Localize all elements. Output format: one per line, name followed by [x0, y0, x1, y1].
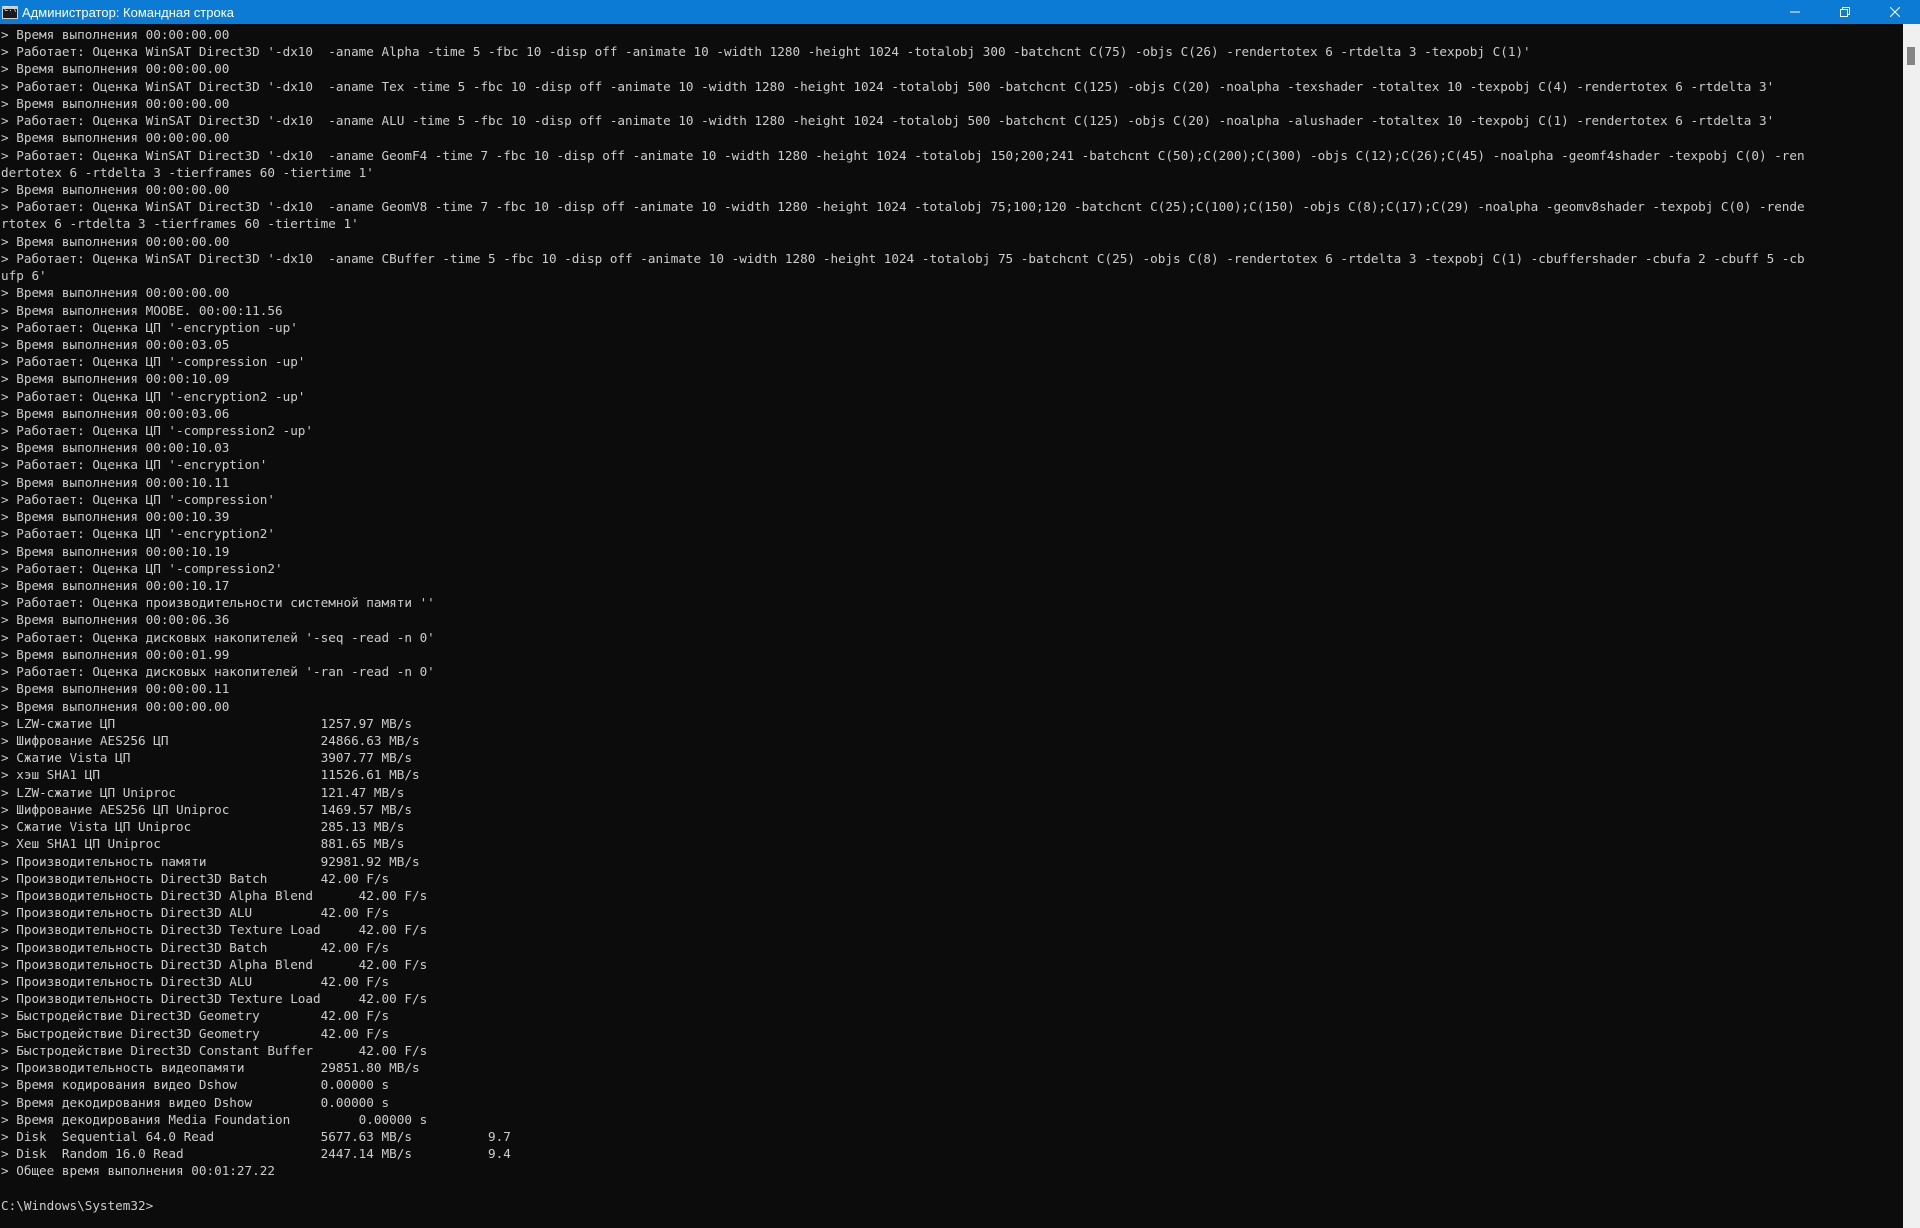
console-line: > Время выполнения 00:00:10.39	[1, 509, 230, 525]
console-line: > Время выполнения 00:00:10.17	[1, 578, 230, 593]
console-line: > Время выполнения 00:00:03.05	[1, 336, 230, 352]
console-line: > Шифрование AES256 ЦП 24866.63 MB/s	[1, 732, 420, 748]
console-line: > Работает: Оценка производительности си…	[1, 595, 435, 611]
console-line: > Производительность Direct3D ALU 42.00 …	[1, 905, 390, 921]
console-line: > Работает: Оценка дисковых накопителей …	[1, 629, 435, 645]
console-line: > Время выполнения MOOBE. 00:00:11.56	[1, 302, 283, 318]
console-line: > Производительность Direct3D Alpha Blen…	[1, 956, 428, 972]
restore-icon	[1840, 7, 1850, 17]
console-line: > Работает: Оценка WinSAT Direct3D '-dx1…	[1, 199, 1805, 215]
console-line: > Производительность Direct3D ALU 42.00 …	[1, 974, 390, 990]
console-line: ufp 6'	[1, 268, 47, 284]
console-line: > Время выполнения 00:00:00.11	[1, 681, 230, 697]
minimize-button[interactable]	[1770, 0, 1820, 24]
console-line: > LZW-сжатие ЦП 1257.97 MB/s	[1, 715, 412, 731]
cmd-icon[interactable]	[2, 5, 18, 19]
console-line: > Работает: Оценка ЦП '-compression2'	[1, 560, 283, 576]
window-title: Администратор: Командная строка	[22, 4, 234, 20]
console-line: > Быстродействие Direct3D Constant Buffe…	[1, 1042, 428, 1058]
console-text: > Время выполнения 00:00:00.00 > Работает…	[0, 26, 1900, 1214]
console-line: > Время выполнения 00:00:06.36	[1, 612, 230, 628]
console-line: > Работает: Оценка WinSAT Direct3D '-dx1…	[1, 147, 1805, 163]
console-line: > Работает: Оценка ЦП '-encryption2'	[1, 526, 275, 542]
console-line: > Шифрование AES256 ЦП Uniproc 1469.57 M…	[1, 801, 412, 817]
console-line: > Общее время выполнения 00:01:27.22	[1, 1163, 275, 1179]
console-line: > Время выполнения 00:00:00.00	[1, 181, 230, 197]
console-line: > Время выполнения 00:00:00.00	[1, 698, 230, 714]
close-icon	[1890, 7, 1900, 17]
console-line: > Время выполнения 00:00:00.00	[1, 130, 230, 146]
console-line: > Производительность памяти 92981.92 MB/…	[1, 853, 420, 869]
minimize-icon	[1790, 11, 1800, 13]
console-line: > Время выполнения 00:00:00.00	[1, 61, 230, 77]
console-line: > Работает: Оценка дисковых накопителей …	[1, 664, 435, 680]
console-line: > Disk Random 16.0 Read 2447.14 MB/s 9.4	[1, 1146, 511, 1162]
console-line: > хэш SHA1 ЦП 11526.61 MB/s	[1, 767, 420, 783]
console-line: > Работает: Оценка ЦП '-compression -up'	[1, 354, 306, 370]
console-line: > Работает: Оценка ЦП '-compression2 -up…	[1, 423, 314, 439]
console-line: > Производительность Direct3D Texture Lo…	[1, 922, 428, 938]
vertical-scrollbar[interactable]	[1903, 24, 1920, 1228]
console-line: > Время выполнения 00:00:10.11	[1, 474, 230, 490]
console-line: > Сжатие Vista ЦП Uniproc 285.13 MB/s	[1, 819, 405, 835]
console-line: > Время выполнения 00:00:00.00	[1, 27, 230, 42]
console-line: > Работает: Оценка WinSAT Direct3D '-dx1…	[1, 250, 1805, 266]
console-line: > Время выполнения 00:00:00.00	[1, 285, 230, 301]
console-line: > Производительность Direct3D Alpha Blen…	[1, 887, 428, 903]
console-line: > Сжатие Vista ЦП 3907.77 MB/s	[1, 750, 412, 766]
window-controls	[1770, 0, 1920, 24]
console-line: rtotex 6 -rtdelta 3 -tierframes 60 -tier…	[1, 216, 359, 232]
console-line: > Производительность Direct3D Batch 42.0…	[1, 870, 390, 886]
console-line: > Работает: Оценка ЦП '-encryption'	[1, 457, 268, 473]
console-line: > Работает: Оценка ЦП '-compression'	[1, 491, 275, 507]
restore-button[interactable]	[1820, 0, 1870, 24]
console-line: > Быстродействие Direct3D Geometry 42.00…	[1, 1008, 390, 1024]
console-line: > Время выполнения 00:00:00.00	[1, 95, 230, 111]
console-line: > Быстродействие Direct3D Geometry 42.00…	[1, 1025, 390, 1041]
console-line: > Работает: Оценка ЦП '-encryption -up'	[1, 319, 298, 335]
console-line: > Время кодирования видео Dshow 0.00000 …	[1, 1077, 390, 1093]
console-line: > Работает: Оценка WinSAT Direct3D '-dx1…	[1, 44, 1531, 60]
console-line: > Производительность видеопамяти 29851.8…	[1, 1060, 420, 1076]
console-line: > Время выполнения 00:00:10.03	[1, 440, 230, 456]
close-button[interactable]	[1870, 0, 1920, 24]
console-line: > Производительность Direct3D Texture Lo…	[1, 991, 428, 1007]
scrollbar-thumb[interactable]	[1907, 47, 1915, 65]
console-line: > Время выполнения 00:00:00.00	[1, 233, 230, 249]
console-line: > Время декодирования видео Dshow 0.0000…	[1, 1094, 390, 1110]
console-line: > LZW-сжатие ЦП Uniproc 121.47 MB/s	[1, 784, 405, 800]
title-bar[interactable]: Администратор: Командная строка	[0, 0, 1920, 24]
console-line: > Работает: Оценка WinSAT Direct3D '-dx1…	[1, 113, 1775, 129]
command-prompt-line: C:\Windows\System32>	[1, 1197, 154, 1213]
console-line: > Производительность Direct3D Batch 42.0…	[1, 939, 390, 955]
console-line: dertotex 6 -rtdelta 3 -tierframes 60 -ti…	[1, 164, 374, 180]
console-line: > Работает: Оценка WinSAT Direct3D '-dx1…	[1, 78, 1775, 94]
console-line: > Время выполнения 00:00:01.99	[1, 646, 230, 662]
console-output[interactable]: > Время выполнения 00:00:00.00 > Работает…	[0, 26, 1900, 1228]
console-line: > Disk Sequential 64.0 Read 5677.63 MB/s…	[1, 1129, 511, 1144]
command-prompt-window: Администратор: Командная строка	[0, 0, 1920, 1228]
console-line: > Время декодирования Media Foundation 0…	[1, 1111, 428, 1127]
console-line: > Время выполнения 00:00:10.19	[1, 543, 230, 559]
console-line: > Время выполнения 00:00:03.06	[1, 405, 230, 421]
console-line: > Работает: Оценка ЦП '-encryption2 -up'	[1, 388, 306, 404]
console-line: > Хеш SHA1 ЦП Uniproc 881.65 MB/s	[1, 836, 405, 852]
console-line: > Время выполнения 00:00:10.09	[1, 371, 230, 387]
